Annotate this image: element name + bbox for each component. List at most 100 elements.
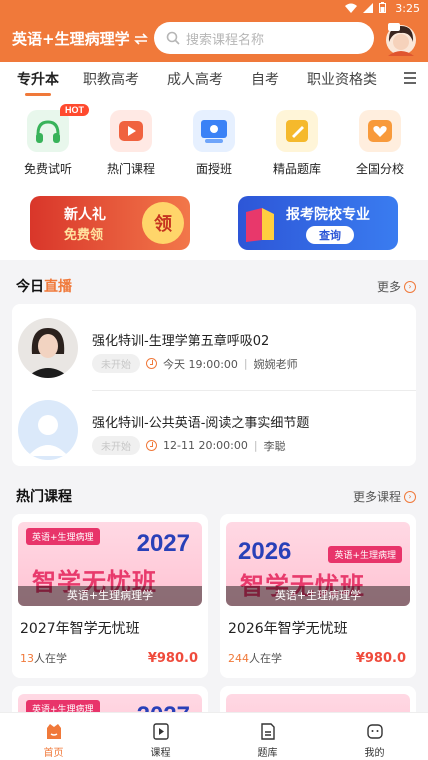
entry-label: 免费试听	[23, 162, 72, 176]
live-meta: 未开始 今天 19:00:00 | 婉婉老师	[92, 354, 298, 373]
claim-badge: 领	[142, 202, 184, 244]
tab-zhijiao[interactable]: 职教高考	[83, 69, 139, 89]
book-illustration-icon	[246, 208, 274, 242]
learners-suffix: 人在学	[249, 652, 282, 665]
classroom-icon	[193, 110, 235, 152]
menu-icon[interactable]	[404, 72, 416, 84]
course-footer: 244人在学 ¥980.0	[228, 650, 406, 666]
learners-suffix: 人在学	[34, 652, 67, 665]
search-input[interactable]: 搜索课程名称	[154, 22, 374, 54]
cover-year: 2027	[136, 530, 190, 557]
quick-entry-panel: 免费试听 HOT 热门课程 面授班 精品题库 全国分校 新人礼 免费领 领 报考…	[0, 96, 428, 260]
video-play-icon	[110, 110, 152, 152]
entry-label: 精品题库	[272, 162, 321, 176]
courses-more-link[interactable]: 更多课程 ›	[353, 488, 416, 505]
status-bar: 3:25	[0, 0, 428, 18]
battery-icon	[379, 2, 386, 13]
cover-tag: 英语+生理病理	[26, 528, 100, 545]
banner-line1: 新人礼	[64, 207, 106, 223]
cover-year: 2026	[238, 538, 292, 565]
course-price: ¥980.0	[147, 651, 198, 666]
subject-label: 英语+生理病理学	[12, 30, 130, 48]
separator: |	[253, 439, 258, 452]
college-query-banner[interactable]: 报考院校专业 查询	[238, 196, 398, 250]
category-tabs: 专升本 职教高考 成人高考 自考 职业资格类	[0, 62, 428, 96]
live-time: 12-11 20:00:00	[163, 439, 248, 452]
cover-caption: 英语+生理病理学	[226, 586, 410, 606]
learners-count: 244	[228, 652, 249, 665]
nav-home[interactable]: 首页	[0, 713, 107, 760]
query-button: 查询	[306, 226, 354, 244]
live-more-link[interactable]: 更多 ›	[377, 278, 416, 295]
nav-label: 我的	[364, 748, 385, 759]
tab-zikao[interactable]: 自考	[251, 69, 279, 89]
learners: 244人在学	[228, 650, 282, 666]
hot-badge: HOT	[60, 104, 89, 116]
course-card[interactable]: 英语+生理病理 2026 智学无忧班 英语+生理病理学 2026年智学无忧班 2…	[220, 514, 416, 678]
chevron-right-icon: ›	[404, 490, 416, 503]
teacher-name: 李聪	[263, 439, 286, 453]
separator: |	[243, 357, 248, 370]
banner-line2: 免费领	[64, 228, 104, 243]
search-placeholder: 搜索课程名称	[186, 32, 265, 48]
entry-classroom[interactable]: 面授班	[178, 110, 250, 177]
bottom-nav: 首页 课程 题库 我的	[0, 712, 428, 760]
nav-question-bank[interactable]: 题库	[214, 713, 321, 760]
entry-hot-courses[interactable]: 热门课程	[95, 110, 167, 177]
signal-icon	[363, 2, 373, 13]
title-accent: 直播	[44, 279, 72, 295]
nav-courses[interactable]: 课程	[107, 713, 214, 760]
nav-label: 题库	[257, 748, 278, 759]
top-bar: 3:25 英语+生理病理学 搜索课程名称	[0, 0, 428, 62]
course-price: ¥980.0	[355, 651, 406, 666]
entry-branches[interactable]: 全国分校	[344, 110, 416, 177]
live-list: 强化特训-生理学第五章呼吸02 未开始 今天 19:00:00 | 婉婉老师 强…	[12, 304, 416, 466]
learners-count: 13	[20, 652, 34, 665]
user-avatar[interactable]	[384, 20, 418, 58]
entry-free-trial[interactable]: 免费试听	[12, 110, 84, 177]
clock-time: 3:25	[395, 2, 420, 15]
home-icon	[46, 724, 61, 739]
tab-chengren[interactable]: 成人高考	[167, 69, 223, 89]
heart-map-icon	[359, 110, 401, 152]
learners: 13人在学	[20, 650, 67, 666]
subject-switcher[interactable]: 英语+生理病理学	[12, 28, 148, 49]
banner-line1: 报考院校专业	[286, 207, 370, 223]
course-card[interactable]: 英语+生理病理 2027 智学无忧班 英语+生理病理学 2027年智学无忧班 1…	[12, 514, 208, 678]
course-cover: 英语+生理病理 2027 智学无忧班 英语+生理病理学	[18, 522, 202, 606]
clock-icon	[146, 358, 157, 369]
cover-caption: 英语+生理病理学	[18, 586, 202, 606]
hot-courses-title: 热门课程	[16, 489, 72, 505]
live-time: 今天 19:00:00	[163, 357, 238, 371]
course-title: 2026年智学无忧班	[228, 621, 348, 637]
live-title: 强化特训-公共英语-阅读之事实细节题	[92, 416, 310, 431]
entry-question-bank[interactable]: 精品题库	[261, 110, 333, 177]
today-live-title: 今日直播	[16, 276, 72, 296]
title-prefix: 今日	[16, 279, 44, 295]
list-item[interactable]: 强化特训-公共英语-阅读之事实细节题 未开始 12-11 20:00:00 | …	[12, 392, 416, 472]
more-label: 更多课程	[352, 490, 401, 504]
live-title: 强化特训-生理学第五章呼吸02	[92, 334, 270, 349]
headphones-icon	[27, 110, 69, 152]
search-icon	[166, 31, 180, 45]
list-item[interactable]: 强化特训-生理学第五章呼吸02 未开始 今天 19:00:00 | 婉婉老师	[12, 310, 416, 391]
chevron-right-icon: ›	[404, 280, 416, 293]
tab-zhiye[interactable]: 职业资格类	[307, 69, 377, 89]
switch-arrows-icon	[133, 32, 148, 45]
entry-label: 面授班	[195, 162, 232, 176]
nav-label: 课程	[150, 748, 171, 759]
default-avatar	[18, 400, 78, 460]
live-meta: 未开始 12-11 20:00:00 | 李聪	[92, 436, 286, 455]
course-cover: 英语+生理病理 2026 智学无忧班 英语+生理病理学	[226, 522, 410, 606]
profile-face-icon	[366, 724, 383, 739]
edit-book-icon	[276, 110, 318, 152]
course-footer: 13人在学 ¥980.0	[20, 650, 198, 666]
entry-label: 热门课程	[106, 162, 155, 176]
app-header: 英语+生理病理学 搜索课程名称	[0, 18, 428, 62]
cover-tag: 英语+生理病理	[328, 546, 402, 563]
nav-profile[interactable]: 我的	[321, 713, 428, 760]
clock-icon	[146, 440, 157, 451]
tab-zhuanshengben[interactable]: 专升本	[17, 69, 59, 96]
new-user-gift-banner[interactable]: 新人礼 免费领 领	[30, 196, 190, 250]
course-title: 2027年智学无忧班	[20, 621, 140, 637]
